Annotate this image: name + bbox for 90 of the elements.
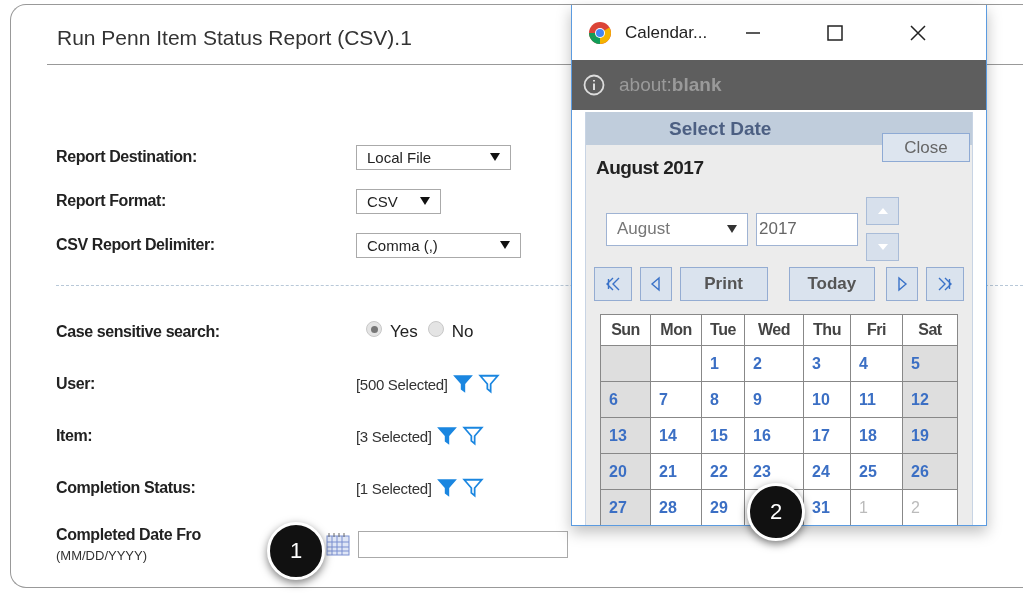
calendar-icon[interactable] [326,532,350,556]
day-cell[interactable]: 10 [803,381,851,418]
day-cell[interactable]: 21 [650,453,702,490]
next-year-button[interactable] [926,267,964,301]
window-title: Calendar... [625,22,708,43]
spin-down-button[interactable] [866,233,899,261]
down-triangle-icon [877,244,888,250]
month-dropdown[interactable]: August [606,212,748,246]
weekday-header: Sun [600,314,651,346]
up-triangle-icon [877,208,888,214]
day-cell[interactable]: 4 [850,345,903,382]
day-cell[interactable]: 26 [902,453,958,490]
field-label: Case sensitive search: [56,323,221,341]
funnel-outline-icon[interactable] [477,373,500,395]
double-left-arrow-icon [604,276,621,292]
day-cell[interactable]: 7 [650,381,702,418]
step-callout: 1 [267,522,325,580]
day-cell[interactable]: 28 [650,489,702,525]
next-month-button[interactable] [886,267,919,301]
weekday-header: Mon [650,314,702,346]
funnel-icon[interactable] [451,373,474,395]
funnel-icon[interactable] [435,425,458,447]
selection-count: [1 Selected] [356,479,432,497]
day-cell[interactable]: 20 [600,453,651,490]
day-cell[interactable]: 17 [803,417,851,454]
day-cell[interactable]: 3 [803,345,851,382]
month-title: August 2017 [595,157,705,180]
calendar-heading: Select Date [669,117,772,140]
round-logo-icon [588,20,612,45]
day-cell[interactable]: 29 [701,489,745,525]
weekday-header: Wed [744,314,804,346]
weekday-header: Fri [850,314,903,346]
day-cell[interactable]: 15 [701,417,745,454]
radio-label: No [451,322,474,342]
day-cell[interactable]: 11 [850,381,903,418]
day-cell[interactable]: 18 [850,417,903,454]
funnel-icon[interactable] [435,477,458,499]
field-label: Report Format: [56,192,167,210]
day-cell[interactable]: 5 [902,345,958,382]
day-cell[interactable]: 1 [701,345,745,382]
funnel-outline-icon[interactable] [461,425,484,447]
day-cell[interactable]: 14 [650,417,702,454]
caret-icon [490,153,500,161]
print-button[interactable]: Print [679,267,768,301]
radio-button[interactable] [427,321,444,337]
radio-label: Yes [390,322,418,342]
close-button[interactable]: Close [882,133,970,162]
info-icon[interactable] [583,74,605,96]
dropdown[interactable]: Comma (,) [356,232,521,258]
field-label: Completion Status: [56,479,197,497]
day-cell[interactable]: 9 [744,381,804,418]
selection-count: [3 Selected] [356,427,432,445]
field-label: Completed Date Fro [56,525,201,544]
day-cell[interactable]: 19 [902,417,958,454]
field-label: Report Destination: [56,148,198,166]
day-cell[interactable]: 22 [701,453,745,490]
weekday-header: Tue [701,314,745,346]
day-cell[interactable]: 13 [600,417,651,454]
day-cell[interactable]: 2 [744,345,804,382]
spin-up-button[interactable] [866,197,899,225]
radio-button[interactable] [366,321,382,337]
weekday-header: Thu [803,314,851,346]
previous-month-button[interactable] [639,267,672,301]
today-button[interactable]: Today [788,267,876,301]
caret-icon [420,197,430,205]
day-cell[interactable]: 31 [803,489,851,525]
day-cell[interactable]: 8 [701,381,745,418]
selection-count: [500 Selected] [356,375,448,393]
day-cell[interactable]: 6 [600,381,651,418]
dropdown[interactable]: CSV [356,188,441,214]
day-cell[interactable]: 16 [744,417,804,454]
double-right-arrow-icon [937,276,954,292]
weekday-header: Sat [902,314,958,346]
previous-year-button[interactable] [594,267,632,301]
date-input[interactable] [358,530,568,558]
day-cell[interactable]: 27 [600,489,651,525]
field-label: CSV Report Delimiter: [56,236,216,254]
maximize-icon[interactable] [827,24,844,41]
dropdown[interactable]: Local File [356,144,511,170]
day-cell[interactable]: 24 [803,453,851,490]
day-cell[interactable]: 25 [850,453,903,490]
field-label: User: [56,375,96,393]
caret-icon [500,241,510,249]
caret-icon [727,225,737,233]
field-label: Item: [56,427,94,445]
funnel-outline-icon[interactable] [461,477,484,499]
date-format-hint: (MM/DD/YYYY) [56,547,147,563]
year-input[interactable]: 2017 [756,212,858,246]
close-icon[interactable] [910,24,927,41]
day-cell[interactable]: 12 [902,381,958,418]
